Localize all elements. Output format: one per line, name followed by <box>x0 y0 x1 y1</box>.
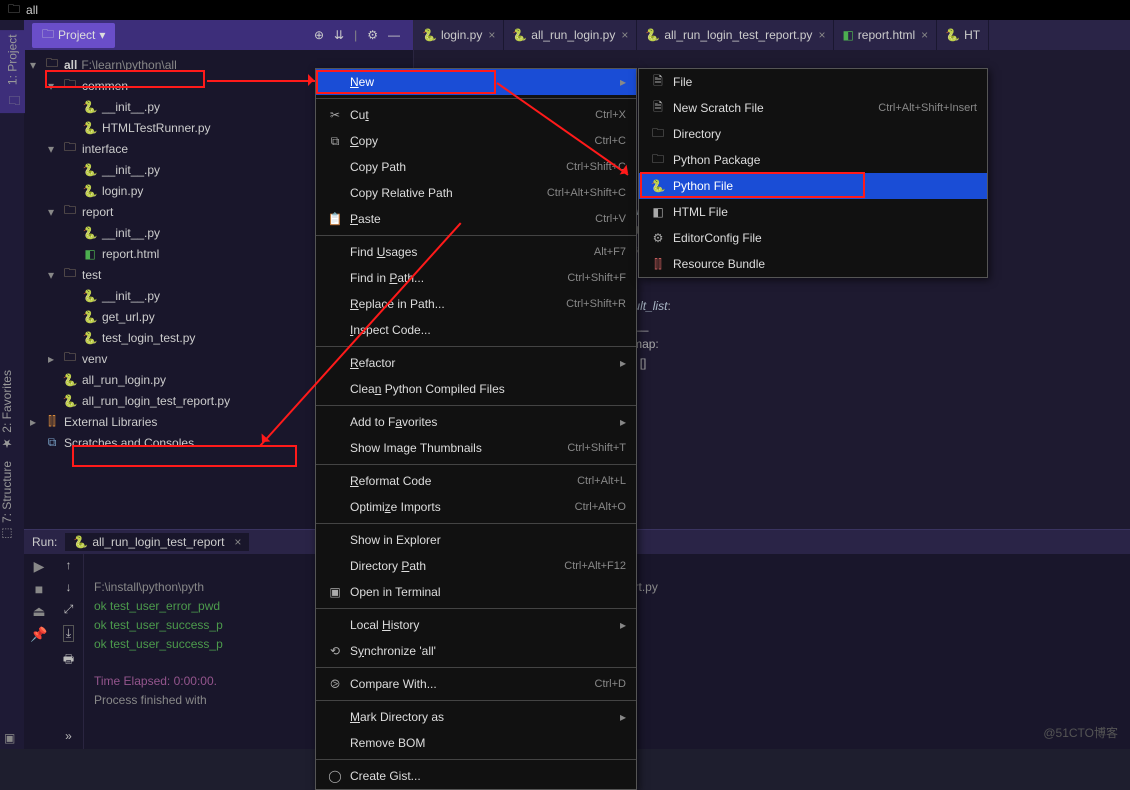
context-menu: New▸ ✂CutCtrl+X ⧉CopyCtrl+C Copy PathCtr… <box>315 68 637 790</box>
scratch-icon: 🗎 <box>649 98 667 119</box>
bottom-rail: ★2: Favorites ⬚7: Structure <box>0 360 24 551</box>
ctx-copy-rel[interactable]: Copy Relative PathCtrl+Alt+Shift+C <box>316 180 636 206</box>
tab-reporthtml[interactable]: ◧report.html× <box>834 20 937 50</box>
wrap-icon[interactable]: ⤢ <box>64 602 74 617</box>
ctx-inspect[interactable]: Inspect Code... <box>316 317 636 343</box>
folder-icon: 🗀 <box>8 0 20 21</box>
run-left-toolbar: ▶ ■ ⏏ 📌 <box>24 554 54 749</box>
titlebar: 🗀 all <box>0 0 1130 20</box>
sub-python-package[interactable]: 🗀Python Package <box>639 147 987 173</box>
ctx-replace-path[interactable]: Replace in Path...Ctrl+Shift+R <box>316 291 636 317</box>
run-label: Run: <box>32 535 57 549</box>
sub-directory[interactable]: 🗀Directory <box>639 121 987 147</box>
ctx-refactor[interactable]: Refactor▸ <box>316 350 636 376</box>
scroll-icon[interactable]: ⤓ <box>63 625 74 642</box>
collapse-icon[interactable]: ⇊ <box>334 28 344 42</box>
output-line: ok test_user_success_p <box>94 637 223 651</box>
target-icon[interactable]: ⊕ <box>314 28 324 42</box>
arrow-head <box>308 74 320 86</box>
pin-icon[interactable]: 📌 <box>30 626 47 643</box>
more-icon[interactable]: » <box>65 729 72 743</box>
html-icon: ◧ <box>649 205 667 219</box>
tool-windows-icon[interactable]: ▣ <box>4 731 15 745</box>
hide-icon[interactable]: — <box>388 28 400 42</box>
folder-icon: 🗀 <box>649 124 667 145</box>
ctx-clean[interactable]: Clean Python Compiled Files <box>316 376 636 402</box>
ctx-sync[interactable]: ⟲Synchronize 'all' <box>316 638 636 664</box>
project-view-dropdown[interactable]: 🗀 Project ▾ <box>32 23 115 48</box>
output-line: F:\install\python\pyth <box>94 580 204 594</box>
python-icon: 🐍 <box>649 179 667 193</box>
new-submenu: 🗎File 🗎New Scratch FileCtrl+Alt+Shift+In… <box>638 68 988 278</box>
down-icon[interactable]: ↓ <box>66 580 72 594</box>
terminal-icon: ▣ <box>326 585 344 599</box>
output-line: ok test_user_success_p <box>94 618 223 632</box>
copy-icon: ⧉ <box>326 134 344 149</box>
tab-allrun[interactable]: 🐍all_run_login.py× <box>504 20 637 50</box>
ctx-optimize[interactable]: Optimize ImportsCtrl+Alt+O <box>316 494 636 520</box>
close-icon[interactable]: × <box>921 28 928 42</box>
ctx-cut[interactable]: ✂CutCtrl+X <box>316 102 636 128</box>
output-line: Time Elapsed: 0:00:00. <box>94 674 217 688</box>
ctx-paste[interactable]: 📋PasteCtrl+V <box>316 206 636 232</box>
ctx-copy-path[interactable]: Copy PathCtrl+Shift+C <box>316 154 636 180</box>
window-title: all <box>26 3 38 17</box>
ctx-compare[interactable]: ⧁Compare With...Ctrl+D <box>316 671 636 697</box>
sync-icon: ⟲ <box>326 644 344 658</box>
ctx-remove-bom[interactable]: Remove BOM <box>316 730 636 756</box>
tab-login[interactable]: 🐍login.py× <box>414 20 504 50</box>
stop-icon[interactable]: ■ <box>35 581 43 597</box>
close-icon[interactable]: × <box>488 28 495 42</box>
ctx-thumbnails[interactable]: Show Image ThumbnailsCtrl+Shift+T <box>316 435 636 461</box>
ctx-show-explorer[interactable]: Show in Explorer <box>316 527 636 553</box>
run-tab[interactable]: 🐍all_run_login_test_report× <box>65 533 249 551</box>
editorconfig-icon: ⚙ <box>649 231 667 245</box>
sub-html-file[interactable]: ◧HTML File <box>639 199 987 225</box>
print-icon[interactable]: 🖶 <box>63 650 74 671</box>
compare-icon: ⧁ <box>326 677 344 692</box>
sub-editorconfig[interactable]: ⚙EditorConfig File <box>639 225 987 251</box>
run-left-toolbar2: ↑ ↓ ⤢ ⤓ 🖶 » <box>54 554 84 749</box>
output-line: ok test_user_error_pwd <box>94 599 220 613</box>
settings-icon[interactable]: ⚙ <box>367 28 378 42</box>
ctx-new[interactable]: New▸ <box>316 69 636 95</box>
rail-favorites[interactable]: ★2: Favorites <box>0 370 14 451</box>
ctx-copy[interactable]: ⧉CopyCtrl+C <box>316 128 636 154</box>
package-icon: 🗀 <box>649 150 667 171</box>
ctx-gist[interactable]: ◯Create Gist... <box>316 763 636 789</box>
output-line: Process finished with <box>94 693 210 707</box>
sub-resource-bundle[interactable]: ⫿⫿Resource Bundle <box>639 251 987 277</box>
rerun-icon[interactable]: ▶ <box>34 558 45 575</box>
rail-structure[interactable]: ⬚7: Structure <box>0 461 14 541</box>
close-icon[interactable]: × <box>818 28 825 42</box>
ctx-favorites[interactable]: Add to Favorites▸ <box>316 409 636 435</box>
rail-project[interactable]: 🗀1: Project <box>0 30 25 113</box>
project-header: 🗀 Project ▾ ⊕ ⇊ | ⚙ — <box>24 20 413 50</box>
editor-tabs: 🐍login.py× 🐍all_run_login.py× 🐍all_run_l… <box>414 20 1130 50</box>
ctx-find-path[interactable]: Find in Path...Ctrl+Shift+F <box>316 265 636 291</box>
close-icon[interactable]: × <box>234 535 241 549</box>
watermark: @51CTO博客 <box>1043 724 1118 741</box>
bundle-icon: ⫿⫿ <box>649 257 667 272</box>
tab-allrunreport[interactable]: 🐍all_run_login_test_report.py× <box>637 20 834 50</box>
github-icon: ◯ <box>326 769 344 783</box>
ctx-local-history[interactable]: Local History▸ <box>316 612 636 638</box>
ctx-reformat[interactable]: Reformat CodeCtrl+Alt+L <box>316 468 636 494</box>
paste-icon: 📋 <box>326 212 344 226</box>
exit-icon[interactable]: ⏏ <box>32 603 45 620</box>
tab-ht[interactable]: 🐍HT <box>937 20 989 50</box>
sub-python-file[interactable]: 🐍Python File <box>639 173 987 199</box>
ctx-terminal[interactable]: ▣Open in Terminal <box>316 579 636 605</box>
ctx-dir-path[interactable]: Directory PathCtrl+Alt+F12 <box>316 553 636 579</box>
close-icon[interactable]: × <box>621 28 628 42</box>
sub-scratch[interactable]: 🗎New Scratch FileCtrl+Alt+Shift+Insert <box>639 95 987 121</box>
file-icon: 🗎 <box>649 72 667 93</box>
ctx-mark-dir[interactable]: Mark Directory as▸ <box>316 704 636 730</box>
ctx-find-usages[interactable]: Find UsagesAlt+F7 <box>316 239 636 265</box>
up-icon[interactable]: ↑ <box>66 558 72 572</box>
cut-icon: ✂ <box>326 108 344 122</box>
sub-file[interactable]: 🗎File <box>639 69 987 95</box>
